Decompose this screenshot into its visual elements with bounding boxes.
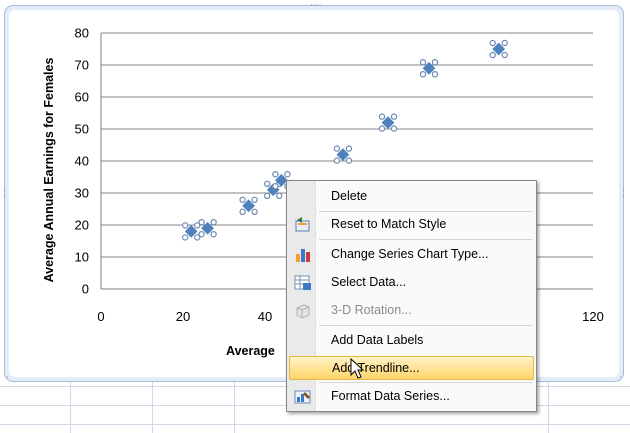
selection-handle: [198, 230, 205, 238]
data-point[interactable]: [239, 196, 258, 215]
selection-handle: [333, 157, 341, 164]
selection-handle: [239, 196, 246, 203]
selection-handle: [419, 59, 427, 66]
selection-handle: [198, 218, 205, 226]
menu-item-label: Change Series Chart Type...: [331, 247, 489, 261]
menu-item-add-trendline[interactable]: Add Trendline...: [289, 356, 534, 380]
reset-style-icon: [294, 217, 312, 233]
rotation-icon: [294, 303, 312, 319]
selection-handle: [210, 218, 217, 226]
x-tick-label: 120: [582, 309, 604, 324]
selection-handle: [489, 51, 496, 59]
context-menu: Delete Reset to Match Style Change Serie…: [286, 180, 537, 412]
select-data-icon: [294, 275, 312, 291]
selection-handle: [501, 51, 508, 59]
selection-handle: [264, 192, 271, 199]
selection-handle: [251, 208, 258, 215]
selection-handle: [345, 157, 353, 164]
menu-item-3d-rotation[interactable]: 3-D Rotation...: [289, 299, 534, 323]
menu-item-label: Select Data...: [331, 275, 407, 289]
selection-handle: [390, 125, 398, 132]
selection-handle: [378, 113, 386, 120]
selection-handle: [390, 113, 398, 120]
selection-handle: [276, 192, 283, 199]
selection-handle: [264, 180, 271, 187]
selection-handle: [489, 39, 496, 47]
selection-handle: [239, 208, 246, 215]
menu-separator: [319, 325, 532, 326]
data-point[interactable]: [181, 222, 201, 241]
selection-handle: [419, 70, 427, 78]
menu-item-label: Delete: [331, 189, 368, 203]
x-axis-title: Average: [226, 344, 275, 358]
selection-handle: [210, 230, 217, 238]
y-tick-label: 80: [75, 26, 89, 41]
selection-handle: [378, 125, 386, 132]
selection-handle: [284, 170, 291, 178]
menu-item-label: 3-D Rotation...: [331, 303, 412, 317]
menu-separator: [319, 382, 532, 383]
y-axis-title: Average Annual Earnings for Females: [42, 58, 56, 283]
y-tick-label: 40: [75, 154, 89, 169]
y-tick-label: 50: [75, 122, 89, 137]
menu-item-format-data-series[interactable]: Format Data Series...: [289, 385, 534, 409]
y-tick-label: 10: [75, 250, 89, 265]
x-tick-label: 40: [258, 309, 272, 324]
selection-handle: [251, 196, 258, 203]
menu-item-label: Reset to Match Style: [331, 217, 447, 231]
selection-handle: [272, 182, 279, 190]
menu-item-add-data-labels[interactable]: Add Data Labels: [289, 329, 534, 353]
y-tick-label: 70: [75, 58, 89, 73]
selection-handle: [345, 145, 353, 152]
menu-item-change-chart-type[interactable]: Change Series Chart Type...: [289, 243, 534, 267]
menu-item-reset-style[interactable]: Reset to Match Style: [289, 213, 534, 237]
selection-handle: [272, 170, 279, 178]
x-tick-label: 20: [176, 309, 190, 324]
menu-item-delete[interactable]: Delete: [289, 185, 534, 209]
menu-item-select-data[interactable]: Select Data...: [289, 271, 534, 295]
data-point[interactable]: [378, 113, 398, 132]
chart-type-icon: [294, 247, 312, 263]
y-tick-label: 60: [75, 90, 89, 105]
y-tick-label: 30: [75, 186, 89, 201]
menu-item-label: Add Trendline...: [332, 361, 420, 375]
format-series-icon: [294, 389, 312, 405]
selection-handle: [333, 145, 341, 152]
selection-handle: [181, 222, 189, 229]
menu-item-label: Add Data Labels: [331, 333, 424, 347]
data-point[interactable]: [333, 145, 353, 164]
selection-handle: [501, 39, 508, 47]
menu-item-label: Format Data Series...: [331, 389, 450, 403]
menu-separator: [319, 211, 532, 212]
y-tick-label: 0: [82, 282, 89, 297]
selection-handle: [431, 59, 439, 66]
menu-separator: [319, 239, 532, 240]
x-tick-label: 0: [97, 309, 104, 324]
data-point[interactable]: [198, 218, 217, 238]
selection-handle: [431, 70, 439, 78]
data-point[interactable]: [419, 59, 439, 78]
y-tick-label: 20: [75, 218, 89, 233]
data-point[interactable]: [489, 39, 508, 59]
selection-handle: [181, 234, 189, 241]
mouse-pointer-icon: [350, 358, 365, 379]
